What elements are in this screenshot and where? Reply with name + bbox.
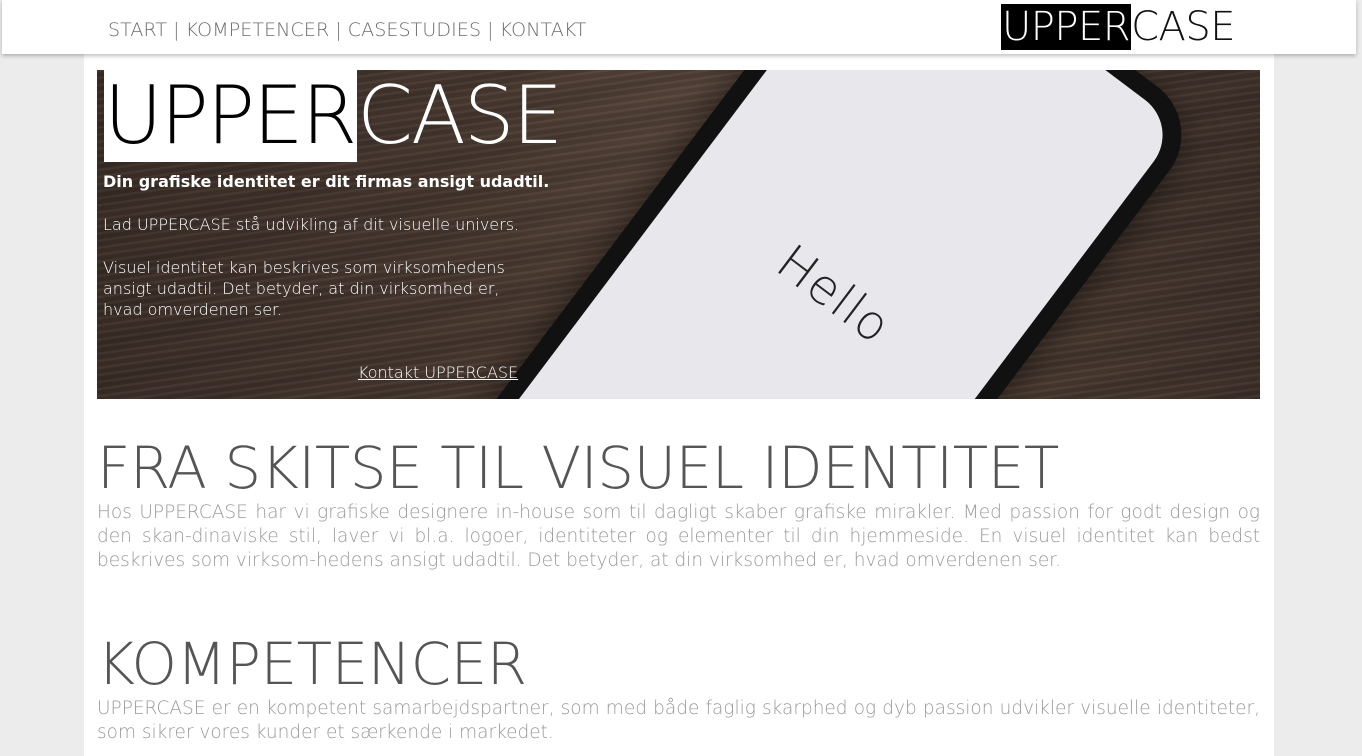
nav-kontakt-link[interactable]: KONTAKT [500, 19, 587, 41]
phone-screen [477, 70, 1181, 399]
nav-start-link[interactable]: START [108, 19, 167, 41]
brand-logo[interactable]: UPPERCASE [1001, 4, 1236, 50]
nav-casestudies-link[interactable]: CASESTUDIES [348, 19, 481, 41]
nav-separator: | [487, 19, 494, 41]
nav-separator: | [173, 19, 180, 41]
brand-logo-inverted: UPPER [1001, 4, 1132, 50]
section-text-identity: Hos UPPERCASE har vi grafiske designere … [97, 502, 1260, 571]
hero-paragraph-2: Visuel identitet kan beskrives som virks… [103, 258, 505, 319]
nav-separator: | [335, 19, 342, 41]
top-navigation-bar: START | KOMPETENCER | CASESTUDIES | KONTAKT UP… [2, 0, 1356, 54]
hero-logo: UPPERCASE [104, 69, 563, 162]
section-text-kompetencer: UPPERCASE er en kompetent samarbejdspart… [97, 698, 1260, 743]
hero-paragraph-1: Lad UPPERCASE stå udvikling af dit visue… [103, 215, 520, 234]
brand-logo-rest: CASE [1131, 4, 1236, 50]
hero-tagline: Din grafiske identitet er dit firmas ans… [103, 172, 550, 191]
contact-cta-link[interactable]: Kontakt UPPERCASE [358, 363, 518, 382]
main-nav: START | KOMPETENCER | CASESTUDIES | KONTAKT [108, 19, 587, 41]
hero-logo-inverted: UPPER [104, 69, 357, 162]
hero-logo-rest: CASE [357, 69, 563, 162]
phone-image [452, 70, 1206, 399]
nav-kompetencer-link[interactable]: KOMPETENCER [186, 19, 330, 41]
section-heading-identity: FRA SKITSE TIL VISUEL IDENTITET [97, 434, 1059, 502]
section-heading-kompetencer: KOMPETENCER [97, 630, 527, 698]
